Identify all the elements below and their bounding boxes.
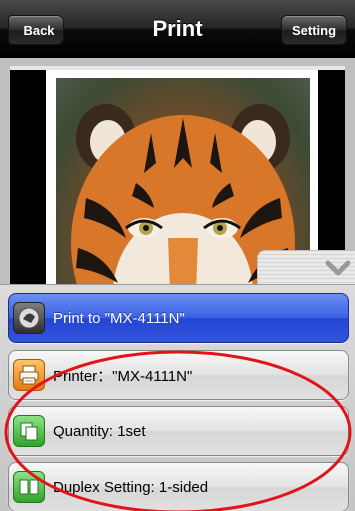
printer-label: Printer："MX-4111N": [53, 367, 193, 385]
quantity-label: Quantity: 1set: [53, 422, 146, 440]
quantity-icon: [13, 415, 45, 447]
navigation-bar: Print Back Setting: [0, 0, 355, 58]
printer-selector[interactable]: Printer："MX-4111N": [8, 350, 349, 400]
back-button[interactable]: Back: [8, 15, 64, 45]
print-icon: [13, 302, 45, 334]
duplex-setting-label: Duplex Setting: 1-sided: [53, 478, 209, 496]
print-to-button[interactable]: Print to "MX-4111N": [8, 293, 349, 343]
chevron-down-icon: [325, 257, 351, 281]
duplex-setting-selector[interactable]: Duplex Setting: 1-sided: [8, 462, 349, 511]
setting-button[interactable]: Setting: [281, 15, 347, 45]
quantity-selector[interactable]: Quantity: 1set: [8, 406, 349, 456]
duplex-icon: [13, 471, 45, 503]
printer-icon: [13, 359, 45, 391]
print-to-label: Print to "MX-4111N": [53, 309, 185, 327]
